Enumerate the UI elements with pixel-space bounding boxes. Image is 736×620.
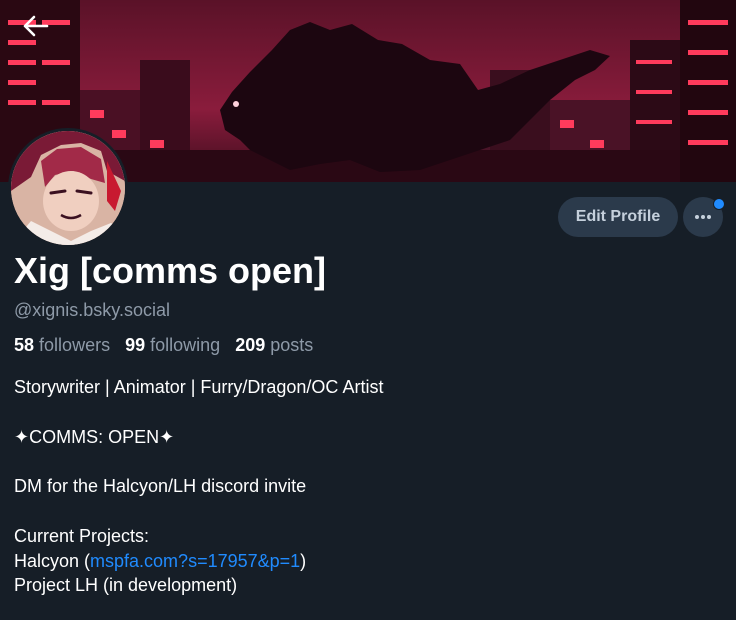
bio-line: Halcyon (mspfa.com?s=17957&p=1) bbox=[14, 549, 714, 574]
bio-line: Project LH (in development) bbox=[14, 575, 238, 596]
following-stat[interactable]: 99 following bbox=[125, 335, 220, 355]
followers-label: followers bbox=[39, 335, 111, 355]
followers-count: 58 bbox=[14, 335, 35, 355]
back-button[interactable] bbox=[16, 8, 56, 44]
posts-label: posts bbox=[270, 335, 314, 355]
bio-link[interactable]: mspfa.com?s=17957&p=1 bbox=[90, 551, 300, 571]
bio-line: Current Projects: bbox=[14, 525, 150, 546]
bio-line: ✦COMMS: OPEN✦ bbox=[14, 426, 175, 447]
ellipsis-icon bbox=[695, 215, 711, 219]
avatar[interactable] bbox=[8, 128, 128, 248]
avatar-image bbox=[11, 131, 125, 245]
profile-page: Edit Profile Xig [comms open] @xignis.bs… bbox=[0, 0, 736, 620]
display-name: Xig [comms open] bbox=[14, 250, 327, 291]
profile-bio: Storywriter | Animator | Furry/Dragon/OC… bbox=[14, 375, 714, 598]
notification-dot bbox=[713, 198, 725, 210]
bio-line: DM for the Halcyon/LH discord invite bbox=[14, 476, 307, 497]
following-count: 99 bbox=[125, 335, 146, 355]
bio-text: Halcyon ( bbox=[14, 550, 91, 571]
posts-count: 209 bbox=[235, 335, 266, 355]
profile-handle: @xignis.bsky.social bbox=[14, 300, 170, 320]
posts-stat: 209 posts bbox=[235, 335, 313, 355]
bio-line: Storywriter | Animator | Furry/Dragon/OC… bbox=[14, 377, 384, 397]
edit-profile-button[interactable]: Edit Profile bbox=[558, 197, 678, 237]
followers-stat[interactable]: 58 followers bbox=[14, 335, 110, 355]
profile-stats: 58 followers 99 following 209 posts bbox=[14, 335, 323, 356]
following-label: following bbox=[150, 335, 221, 355]
arrow-left-icon bbox=[23, 15, 49, 37]
bio-text: ) bbox=[300, 550, 307, 571]
